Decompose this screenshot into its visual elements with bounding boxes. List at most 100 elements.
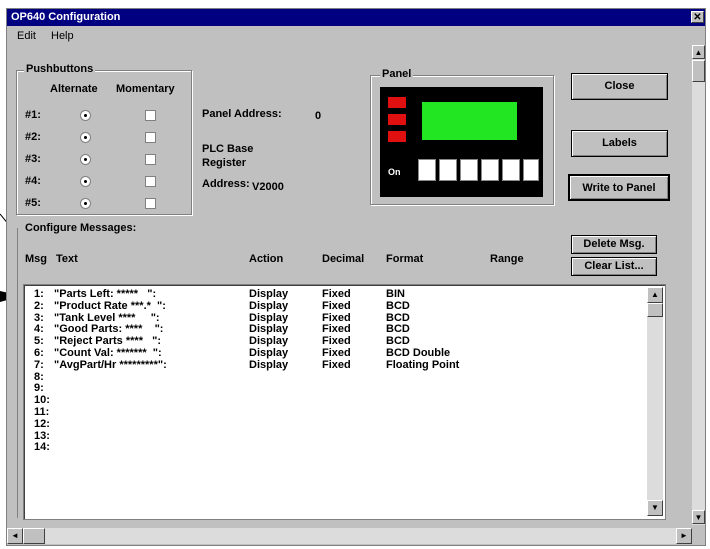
message-row[interactable]: 7: "AvgPart/Hr *********": Display Fixed Flo… [24,359,644,371]
list-scroll-down-button[interactable]: ▼ [647,500,663,516]
list-scroll-up-button[interactable]: ▲ [647,287,663,303]
message-num-cell: 11: [34,406,50,418]
message-decimal-cell: Fixed [322,335,351,348]
message-list[interactable]: 1: "Parts Left: ***** ": Display Fixed BIN 2:… [23,284,666,520]
message-row[interactable]: 13: [24,430,644,442]
message-action-cell: Display [249,299,289,312]
pushbutton-1-alternate-radio[interactable] [80,110,91,121]
message-num-cell: 14: [34,441,50,454]
message-action-cell: Display [249,288,289,300]
message-format-cell: BCD [386,335,410,348]
configure-messages-label: Configure Messages: [25,222,137,234]
panel-address-value: 0 [315,110,322,122]
plc-address-label: Address: [202,178,250,190]
pushbutton-2-alternate-radio[interactable] [80,132,91,143]
window-title: OP640 Configuration [11,11,121,23]
message-decimal-cell: Fixed [322,347,351,359]
message-num-cell: 1: [34,288,44,300]
message-format-cell: BCD [386,323,410,336]
delete-msg-button[interactable]: Delete Msg. [571,235,657,254]
message-row[interactable]: 12: [24,418,644,430]
title-bar: OP640 Configuration ✕ [7,9,705,26]
menu-help[interactable]: Help [51,30,74,42]
message-format-cell: BCD Double [386,347,451,359]
panel-key-3 [460,159,478,181]
close-window-button[interactable]: ✕ [691,11,704,23]
window-scroll-left-button[interactable]: ◄ [7,528,23,544]
pushbutton-5-alternate-radio[interactable] [80,198,91,209]
message-row[interactable]: 10: [24,394,644,406]
message-text-cell: "AvgPart/Hr *********": [54,358,167,371]
message-action-cell: Display [249,358,289,371]
message-row[interactable]: 3: "Tank Level **** ": Display Fixed BCD [24,312,644,324]
message-num-cell: 5: [34,335,44,348]
alternate-column-header: Alternate [50,83,98,95]
header-text: Text [56,253,78,265]
message-decimal-cell: Fixed [322,288,351,300]
message-text-cell: "Good Parts: **** ": [54,323,164,336]
message-text-cell: "Reject Parts **** ": [54,335,162,348]
message-num-cell: 8: [34,370,44,383]
message-num-cell: 7: [34,358,44,371]
pushbutton-4-alternate-radio[interactable] [80,176,91,187]
panel-led-2 [388,114,406,125]
message-row[interactable]: 6: "Count Val: ******* ": Display Fixed BCD … [24,347,644,359]
message-row[interactable]: 8: [24,371,644,383]
labels-button[interactable]: Labels [571,130,668,157]
write-to-panel-button[interactable]: Write to Panel [568,174,670,201]
message-num-cell: 9: [34,382,44,395]
close-button[interactable]: Close [571,73,668,100]
window-scroll-thumb[interactable] [692,60,705,82]
message-row[interactable]: 5: "Reject Parts **** ": Display Fixed BCD [24,335,644,347]
menu-edit[interactable]: Edit [17,30,36,42]
message-num-cell: 10: [34,394,50,407]
plc-register-label: Register [202,157,247,169]
message-num-cell: 2: [34,299,44,312]
window-vertical-scrollbar[interactable] [692,45,705,525]
message-num-cell: 6: [34,347,44,359]
header-msg: Msg [25,253,47,265]
window-horizontal-scrollbar[interactable] [7,528,692,544]
pushbutton-3-alternate-radio[interactable] [80,154,91,165]
message-decimal-cell: Fixed [322,323,351,336]
header-range: Range [490,253,524,265]
message-num-cell: 4: [34,323,44,336]
message-format-cell: BCD [386,299,410,312]
window-hscroll-thumb[interactable] [23,528,45,544]
momentary-column-header: Momentary [116,83,175,95]
message-row[interactable]: 4: "Good Parts: **** ": Display Fixed BCD [24,323,644,335]
panel-keys-label: On [388,167,401,177]
panel-key-5 [502,159,520,181]
panel-group-label: Panel [380,68,414,80]
header-decimal: Decimal [322,253,365,265]
message-row[interactable]: 1: "Parts Left: ***** ": Display Fixed BIN [24,288,644,300]
message-row[interactable]: 14: [24,441,644,453]
pushbutton-5-momentary-radio[interactable] [145,198,156,209]
panel-display-screen [422,102,517,140]
pushbutton-1-momentary-radio[interactable] [145,110,156,121]
pushbutton-4-momentary-radio[interactable] [145,176,156,187]
plc-base-label: PLC Base [202,143,254,155]
window-scroll-right-button[interactable]: ► [676,528,692,544]
window-scroll-down-button[interactable]: ▼ [692,510,705,524]
plc-address-value: V2000 [252,181,284,193]
message-format-cell: BCD [386,311,410,324]
message-text-cell: "Parts Left: ***** ": [54,288,157,300]
pushbutton-2-momentary-radio[interactable] [145,132,156,143]
pushbuttons-group-label: Pushbuttons [24,63,96,75]
message-num-cell: 12: [34,417,50,430]
message-format-cell: BIN [386,288,405,300]
message-row[interactable]: 9: [24,382,644,394]
clear-list-button[interactable]: Clear List... [571,257,657,276]
message-row[interactable]: 11: [24,406,644,418]
list-scroll-thumb[interactable] [647,303,663,317]
message-action-cell: Display [249,323,289,336]
message-row[interactable]: 2: "Product Rate ***.* ": Display Fixed BCD [24,300,644,312]
message-decimal-cell: Fixed [322,358,351,371]
panel-key-1 [418,159,436,181]
message-text-cell: "Count Val: ******* ": [54,347,162,359]
panel-key-2 [439,159,457,181]
pushbutton-3-momentary-radio[interactable] [145,154,156,165]
window-scroll-up-button[interactable]: ▲ [692,45,705,59]
list-scrollbar[interactable] [647,287,663,516]
